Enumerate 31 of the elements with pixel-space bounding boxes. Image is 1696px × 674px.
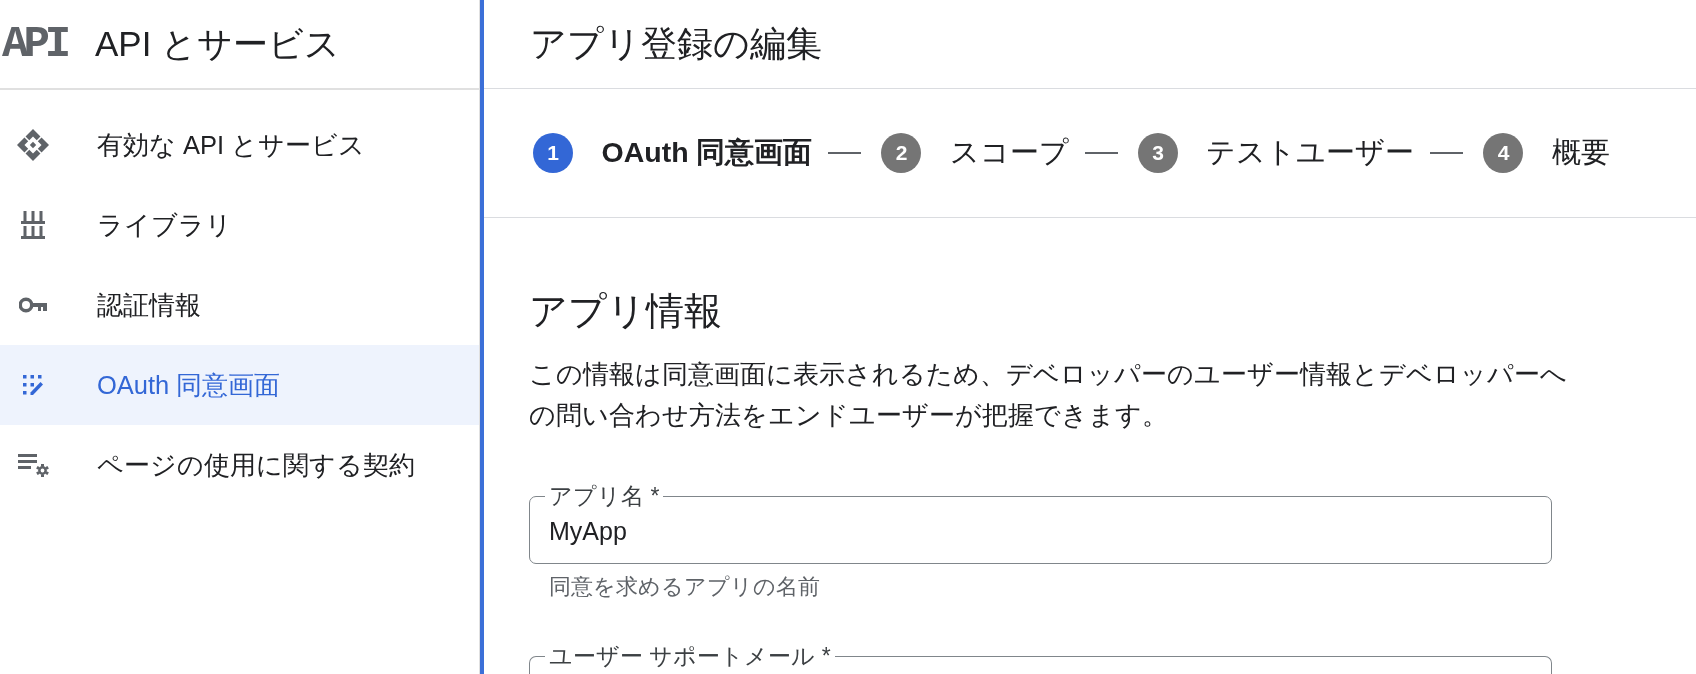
step-number: 3 <box>1138 133 1178 173</box>
field-label: アプリ名 * <box>548 483 661 510</box>
step-number: 1 <box>533 133 573 173</box>
text-field[interactable]: アプリ名 * MyApp <box>529 483 1552 564</box>
section-description: この情報は同意画面に表示されるため、デベロッパーのユーザー情報とデベロッパーへの問い合わせ方法をエンドユーザーが把握できます。 <box>529 359 1568 431</box>
nav-item[interactable]: ページの使用に関する契約 <box>0 425 479 505</box>
step-label: スコープ <box>950 135 1069 170</box>
step-label: OAuth 同意画面 <box>601 135 813 170</box>
step-connector <box>1085 152 1118 154</box>
chevrons-icon <box>17 129 49 161</box>
dot-grid-pencil-icon <box>23 375 43 395</box>
step-number: 4 <box>1483 133 1524 173</box>
api-logo: API <box>2 22 67 66</box>
step-connector <box>1430 152 1464 154</box>
nav-item[interactable]: 認証情報 <box>0 265 479 345</box>
helper-text: 同意を求めるアプリの名前 <box>548 574 820 600</box>
field-label: ユーザー サポートメール * <box>548 644 832 670</box>
page-title: アプリ登録の編集 <box>530 22 822 66</box>
nav-item[interactable]: ライブラリ <box>0 185 479 265</box>
step-label: テストユーザー <box>1206 135 1415 170</box>
text-field[interactable]: ユーザー サポートメール * <box>529 643 1552 674</box>
columns-icon <box>21 211 45 239</box>
sidebar-title: API とサービス <box>95 23 341 65</box>
list-gear-icon <box>17 453 49 477</box>
step-number: 2 <box>881 133 922 173</box>
step-label: 概要 <box>1552 135 1610 170</box>
nav-item[interactable]: 有効な API とサービス <box>0 105 479 185</box>
step-connector <box>828 152 862 154</box>
section-heading: アプリ情報 <box>529 289 722 334</box>
nav-item[interactable]: OAuth 同意画面 <box>0 345 479 425</box>
key-icon <box>19 297 47 313</box>
